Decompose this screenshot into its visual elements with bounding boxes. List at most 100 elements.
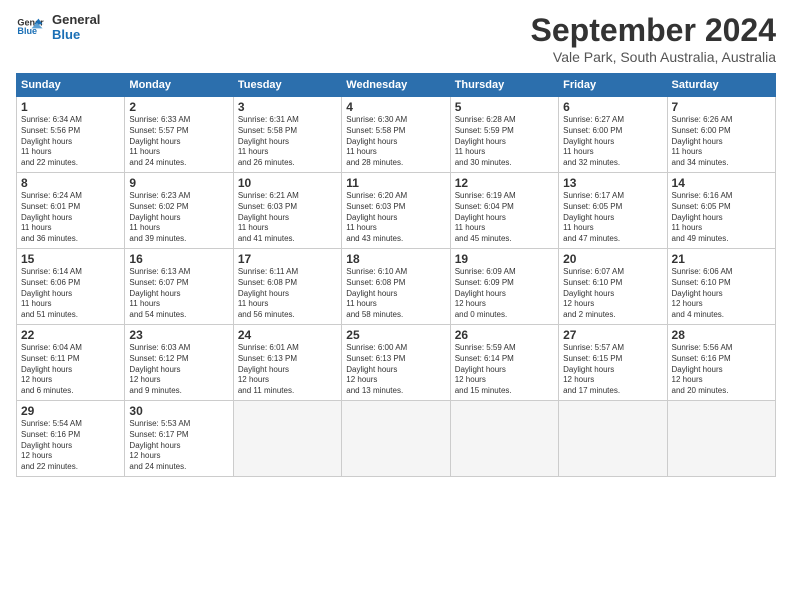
day-number: 18 xyxy=(346,252,445,266)
col-monday: Monday xyxy=(125,74,233,97)
logo-icon: General Blue xyxy=(16,13,44,41)
day-number: 15 xyxy=(21,252,120,266)
list-item: 22 Sunrise: 6:04 AMSunset: 6:11 PMDaylig… xyxy=(17,325,125,401)
col-friday: Friday xyxy=(559,74,667,97)
col-tuesday: Tuesday xyxy=(233,74,341,97)
list-item xyxy=(667,401,775,477)
day-number: 25 xyxy=(346,328,445,342)
list-item: 27 Sunrise: 5:57 AMSunset: 6:15 PMDaylig… xyxy=(559,325,667,401)
logo: General Blue General Blue xyxy=(16,12,100,42)
day-number: 19 xyxy=(455,252,554,266)
list-item: 9 Sunrise: 6:23 AMSunset: 6:02 PMDayligh… xyxy=(125,173,233,249)
table-row: 8 Sunrise: 6:24 AMSunset: 6:01 PMDayligh… xyxy=(17,173,776,249)
day-info: Sunrise: 6:16 AMSunset: 6:05 PMDaylight … xyxy=(672,191,771,245)
title-section: September 2024 Vale Park, South Australi… xyxy=(531,12,776,65)
list-item: 13 Sunrise: 6:17 AMSunset: 6:05 PMDaylig… xyxy=(559,173,667,249)
day-info: Sunrise: 6:33 AMSunset: 5:57 PMDaylight … xyxy=(129,115,228,169)
day-number: 8 xyxy=(21,176,120,190)
day-number: 27 xyxy=(563,328,662,342)
day-info: Sunrise: 6:21 AMSunset: 6:03 PMDaylight … xyxy=(238,191,337,245)
list-item: 30 Sunrise: 5:53 AMSunset: 6:17 PMDaylig… xyxy=(125,401,233,477)
list-item: 3 Sunrise: 6:31 AMSunset: 5:58 PMDayligh… xyxy=(233,97,341,173)
list-item: 18 Sunrise: 6:10 AMSunset: 6:08 PMDaylig… xyxy=(342,249,450,325)
list-item: 5 Sunrise: 6:28 AMSunset: 5:59 PMDayligh… xyxy=(450,97,558,173)
table-row: 1 Sunrise: 6:34 AMSunset: 5:56 PMDayligh… xyxy=(17,97,776,173)
day-info: Sunrise: 6:19 AMSunset: 6:04 PMDaylight … xyxy=(455,191,554,245)
list-item: 14 Sunrise: 6:16 AMSunset: 6:05 PMDaylig… xyxy=(667,173,775,249)
list-item: 15 Sunrise: 6:14 AMSunset: 6:06 PMDaylig… xyxy=(17,249,125,325)
day-number: 21 xyxy=(672,252,771,266)
day-info: Sunrise: 6:30 AMSunset: 5:58 PMDaylight … xyxy=(346,115,445,169)
list-item: 10 Sunrise: 6:21 AMSunset: 6:03 PMDaylig… xyxy=(233,173,341,249)
day-number: 11 xyxy=(346,176,445,190)
day-info: Sunrise: 5:59 AMSunset: 6:14 PMDaylight … xyxy=(455,343,554,397)
day-number: 30 xyxy=(129,404,228,418)
list-item: 16 Sunrise: 6:13 AMSunset: 6:07 PMDaylig… xyxy=(125,249,233,325)
day-info: Sunrise: 6:00 AMSunset: 6:13 PMDaylight … xyxy=(346,343,445,397)
list-item: 23 Sunrise: 6:03 AMSunset: 6:12 PMDaylig… xyxy=(125,325,233,401)
day-info: Sunrise: 6:13 AMSunset: 6:07 PMDaylight … xyxy=(129,267,228,321)
col-saturday: Saturday xyxy=(667,74,775,97)
day-info: Sunrise: 5:54 AMSunset: 6:16 PMDaylight … xyxy=(21,419,120,473)
day-number: 24 xyxy=(238,328,337,342)
calendar-table: Sunday Monday Tuesday Wednesday Thursday… xyxy=(16,73,776,477)
day-info: Sunrise: 6:11 AMSunset: 6:08 PMDaylight … xyxy=(238,267,337,321)
list-item: 4 Sunrise: 6:30 AMSunset: 5:58 PMDayligh… xyxy=(342,97,450,173)
list-item: 8 Sunrise: 6:24 AMSunset: 6:01 PMDayligh… xyxy=(17,173,125,249)
logo-blue: Blue xyxy=(52,27,100,42)
list-item xyxy=(559,401,667,477)
day-number: 29 xyxy=(21,404,120,418)
list-item: 12 Sunrise: 6:19 AMSunset: 6:04 PMDaylig… xyxy=(450,173,558,249)
day-info: Sunrise: 5:56 AMSunset: 6:16 PMDaylight … xyxy=(672,343,771,397)
day-info: Sunrise: 6:27 AMSunset: 6:00 PMDaylight … xyxy=(563,115,662,169)
location-subtitle: Vale Park, South Australia, Australia xyxy=(531,49,776,65)
col-thursday: Thursday xyxy=(450,74,558,97)
day-info: Sunrise: 6:23 AMSunset: 6:02 PMDaylight … xyxy=(129,191,228,245)
day-number: 22 xyxy=(21,328,120,342)
day-number: 28 xyxy=(672,328,771,342)
header: General Blue General Blue September 2024… xyxy=(16,12,776,65)
list-item: 19 Sunrise: 6:09 AMSunset: 6:09 PMDaylig… xyxy=(450,249,558,325)
col-wednesday: Wednesday xyxy=(342,74,450,97)
header-row: Sunday Monday Tuesday Wednesday Thursday… xyxy=(17,74,776,97)
day-info: Sunrise: 6:01 AMSunset: 6:13 PMDaylight … xyxy=(238,343,337,397)
day-info: Sunrise: 6:26 AMSunset: 6:00 PMDaylight … xyxy=(672,115,771,169)
list-item: 2 Sunrise: 6:33 AMSunset: 5:57 PMDayligh… xyxy=(125,97,233,173)
day-info: Sunrise: 6:06 AMSunset: 6:10 PMDaylight … xyxy=(672,267,771,321)
day-number: 5 xyxy=(455,100,554,114)
day-info: Sunrise: 6:31 AMSunset: 5:58 PMDaylight … xyxy=(238,115,337,169)
day-info: Sunrise: 6:24 AMSunset: 6:01 PMDaylight … xyxy=(21,191,120,245)
list-item: 11 Sunrise: 6:20 AMSunset: 6:03 PMDaylig… xyxy=(342,173,450,249)
day-number: 14 xyxy=(672,176,771,190)
day-number: 23 xyxy=(129,328,228,342)
day-number: 6 xyxy=(563,100,662,114)
day-number: 10 xyxy=(238,176,337,190)
list-item: 20 Sunrise: 6:07 AMSunset: 6:10 PMDaylig… xyxy=(559,249,667,325)
day-number: 13 xyxy=(563,176,662,190)
list-item: 1 Sunrise: 6:34 AMSunset: 5:56 PMDayligh… xyxy=(17,97,125,173)
day-number: 17 xyxy=(238,252,337,266)
list-item: 28 Sunrise: 5:56 AMSunset: 6:16 PMDaylig… xyxy=(667,325,775,401)
list-item: 6 Sunrise: 6:27 AMSunset: 6:00 PMDayligh… xyxy=(559,97,667,173)
list-item: 29 Sunrise: 5:54 AMSunset: 6:16 PMDaylig… xyxy=(17,401,125,477)
day-info: Sunrise: 6:09 AMSunset: 6:09 PMDaylight … xyxy=(455,267,554,321)
list-item: 17 Sunrise: 6:11 AMSunset: 6:08 PMDaylig… xyxy=(233,249,341,325)
day-number: 12 xyxy=(455,176,554,190)
list-item: 25 Sunrise: 6:00 AMSunset: 6:13 PMDaylig… xyxy=(342,325,450,401)
list-item: 24 Sunrise: 6:01 AMSunset: 6:13 PMDaylig… xyxy=(233,325,341,401)
table-row: 29 Sunrise: 5:54 AMSunset: 6:16 PMDaylig… xyxy=(17,401,776,477)
col-sunday: Sunday xyxy=(17,74,125,97)
logo-general: General xyxy=(52,12,100,27)
day-info: Sunrise: 6:04 AMSunset: 6:11 PMDaylight … xyxy=(21,343,120,397)
day-number: 9 xyxy=(129,176,228,190)
day-number: 20 xyxy=(563,252,662,266)
calendar-page: General Blue General Blue September 2024… xyxy=(0,0,792,612)
day-number: 7 xyxy=(672,100,771,114)
list-item: 26 Sunrise: 5:59 AMSunset: 6:14 PMDaylig… xyxy=(450,325,558,401)
day-info: Sunrise: 5:57 AMSunset: 6:15 PMDaylight … xyxy=(563,343,662,397)
day-number: 2 xyxy=(129,100,228,114)
day-number: 3 xyxy=(238,100,337,114)
day-info: Sunrise: 6:10 AMSunset: 6:08 PMDaylight … xyxy=(346,267,445,321)
list-item xyxy=(233,401,341,477)
day-info: Sunrise: 6:20 AMSunset: 6:03 PMDaylight … xyxy=(346,191,445,245)
